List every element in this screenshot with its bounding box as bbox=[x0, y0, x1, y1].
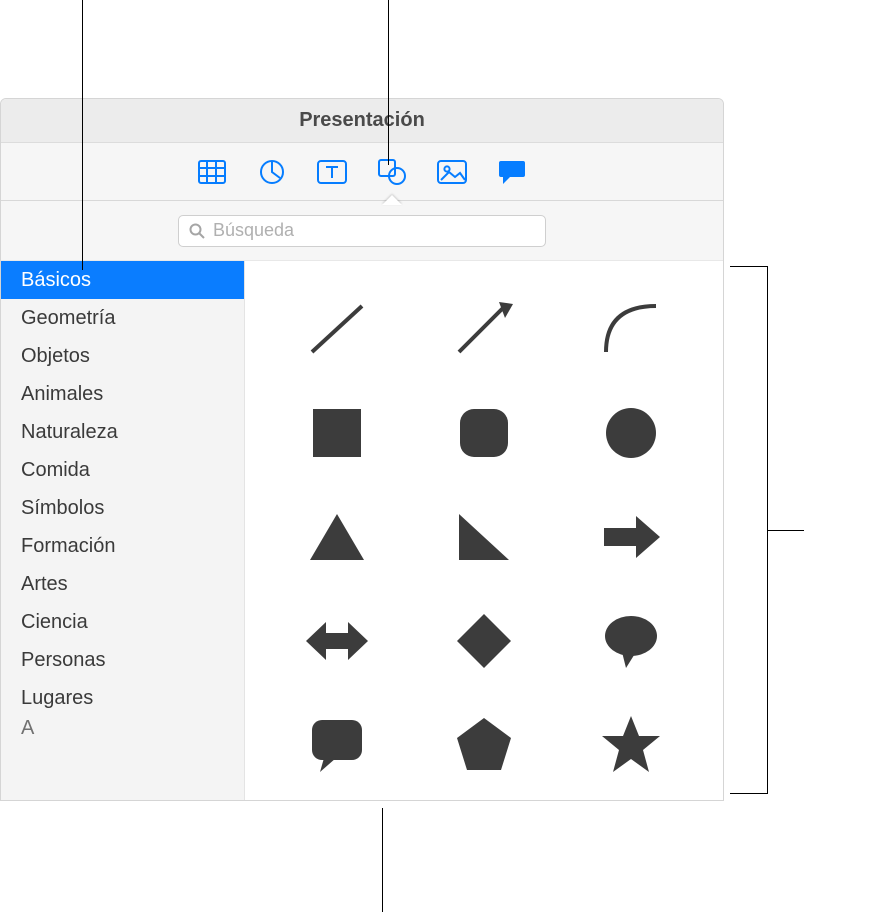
sidebar-item-lugares[interactable]: Lugares bbox=[1, 679, 244, 717]
search-icon bbox=[189, 223, 205, 239]
sidebar-item-actividades[interactable]: A bbox=[1, 717, 244, 747]
shape-rounded-square[interactable] bbox=[416, 383, 551, 483]
sidebar-item-formación[interactable]: Formación bbox=[1, 527, 244, 565]
chart-button[interactable] bbox=[257, 152, 287, 192]
sidebar-item-label: Naturaleza bbox=[21, 421, 118, 444]
sidebar-item-label: Objetos bbox=[21, 345, 90, 368]
sidebar-item-básicos[interactable]: Básicos bbox=[1, 261, 244, 299]
shapes-grid bbox=[245, 261, 723, 800]
shape-pentagon[interactable] bbox=[416, 695, 551, 795]
shape-arrow-line[interactable] bbox=[416, 279, 551, 379]
sidebar-item-comida[interactable]: Comida bbox=[1, 451, 244, 489]
table-button[interactable] bbox=[197, 152, 227, 192]
sidebar-item-geometría[interactable]: Geometría bbox=[1, 299, 244, 337]
sidebar-item-personas[interactable]: Personas bbox=[1, 641, 244, 679]
window-titlebar: Presentación bbox=[1, 99, 723, 143]
sidebar-item-artes[interactable]: Artes bbox=[1, 565, 244, 603]
shape-right-triangle[interactable] bbox=[416, 487, 551, 587]
search-input[interactable] bbox=[213, 220, 535, 241]
sidebar-item-label: Artes bbox=[21, 573, 68, 596]
window-title: Presentación bbox=[299, 109, 425, 132]
sidebar-item-naturaleza[interactable]: Naturaleza bbox=[1, 413, 244, 451]
sidebar-item-label: Básicos bbox=[21, 269, 91, 292]
shapes-popover: Básicos Geometría Objetos Animales Naturalez… bbox=[1, 201, 723, 800]
shape-curve[interactable] bbox=[564, 279, 699, 379]
shape-circle[interactable] bbox=[564, 383, 699, 483]
sidebar-item-label: Lugares bbox=[21, 687, 93, 710]
sidebar-item-label: Animales bbox=[21, 383, 103, 406]
callout-bracket bbox=[730, 266, 768, 794]
category-sidebar: Básicos Geometría Objetos Animales Naturalez… bbox=[1, 261, 245, 800]
text-button[interactable] bbox=[317, 152, 347, 192]
comment-button[interactable] bbox=[497, 152, 527, 192]
shape-diamond[interactable] bbox=[416, 591, 551, 691]
search-box[interactable] bbox=[178, 215, 546, 247]
shape-speech-bubble-square[interactable] bbox=[269, 695, 404, 795]
shape-line[interactable] bbox=[269, 279, 404, 379]
sidebar-item-label: Personas bbox=[21, 649, 106, 672]
shape-square[interactable] bbox=[269, 383, 404, 483]
shapes-popover-window: Presentación bbox=[0, 98, 724, 801]
sidebar-item-label: Ciencia bbox=[21, 611, 88, 634]
sidebar-item-animales[interactable]: Animales bbox=[1, 375, 244, 413]
sidebar-item-objetos[interactable]: Objetos bbox=[1, 337, 244, 375]
shape-triangle[interactable] bbox=[269, 487, 404, 587]
shape-button[interactable] bbox=[377, 152, 407, 192]
shape-double-arrow-horizontal[interactable] bbox=[269, 591, 404, 691]
sidebar-item-símbolos[interactable]: Símbolos bbox=[1, 489, 244, 527]
toolbar bbox=[1, 143, 723, 201]
media-button[interactable] bbox=[437, 152, 467, 192]
shape-arrow-right[interactable] bbox=[564, 487, 699, 587]
shape-star[interactable] bbox=[564, 695, 699, 795]
sidebar-item-label: Símbolos bbox=[21, 497, 104, 520]
sidebar-item-ciencia[interactable]: Ciencia bbox=[1, 603, 244, 641]
sidebar-item-label: A bbox=[21, 717, 34, 740]
sidebar-item-label: Formación bbox=[21, 535, 115, 558]
sidebar-item-label: Geometría bbox=[21, 307, 115, 330]
shape-speech-bubble-oval[interactable] bbox=[564, 591, 699, 691]
sidebar-item-label: Comida bbox=[21, 459, 90, 482]
